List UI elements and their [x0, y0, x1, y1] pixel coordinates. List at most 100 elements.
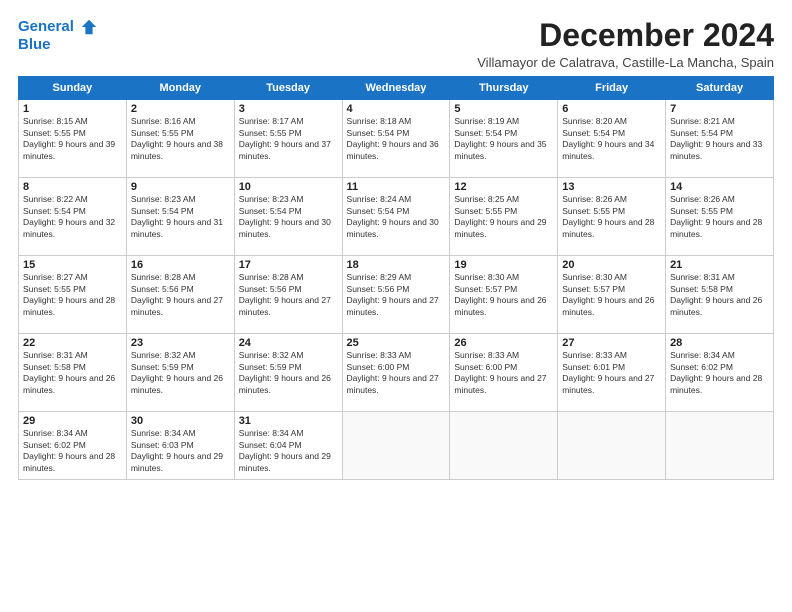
day-info: Sunrise: 8:19 AMSunset: 5:54 PMDaylight:… [454, 116, 546, 160]
table-row: 25 Sunrise: 8:33 AMSunset: 6:00 PMDaylig… [342, 334, 450, 412]
table-row [450, 412, 558, 480]
table-row: 5 Sunrise: 8:19 AMSunset: 5:54 PMDayligh… [450, 100, 558, 178]
day-number: 18 [347, 259, 446, 271]
logo: General Blue [18, 18, 98, 54]
table-row: 21 Sunrise: 8:31 AMSunset: 5:58 PMDaylig… [666, 256, 774, 334]
day-info: Sunrise: 8:22 AMSunset: 5:54 PMDaylight:… [23, 194, 115, 238]
table-row: 1 Sunrise: 8:15 AMSunset: 5:55 PMDayligh… [19, 100, 127, 178]
table-row: 3 Sunrise: 8:17 AMSunset: 5:55 PMDayligh… [234, 100, 342, 178]
table-row [342, 412, 450, 480]
table-row: 18 Sunrise: 8:29 AMSunset: 5:56 PMDaylig… [342, 256, 450, 334]
day-number: 3 [239, 103, 338, 115]
month-title: December 2024 [477, 18, 774, 53]
table-row: 16 Sunrise: 8:28 AMSunset: 5:56 PMDaylig… [126, 256, 234, 334]
day-number: 7 [670, 103, 769, 115]
table-row: 30 Sunrise: 8:34 AMSunset: 6:03 PMDaylig… [126, 412, 234, 480]
table-row: 11 Sunrise: 8:24 AMSunset: 5:54 PMDaylig… [342, 178, 450, 256]
logo-general: General [18, 18, 74, 35]
day-info: Sunrise: 8:34 AMSunset: 6:02 PMDaylight:… [23, 428, 115, 472]
table-row: 17 Sunrise: 8:28 AMSunset: 5:56 PMDaylig… [234, 256, 342, 334]
table-row: 22 Sunrise: 8:31 AMSunset: 5:58 PMDaylig… [19, 334, 127, 412]
day-number: 10 [239, 181, 338, 193]
table-row: 8 Sunrise: 8:22 AMSunset: 5:54 PMDayligh… [19, 178, 127, 256]
day-number: 30 [131, 415, 230, 427]
col-wednesday: Wednesday [342, 77, 450, 100]
table-row: 28 Sunrise: 8:34 AMSunset: 6:02 PMDaylig… [666, 334, 774, 412]
day-info: Sunrise: 8:26 AMSunset: 5:55 PMDaylight:… [670, 194, 762, 238]
table-row: 26 Sunrise: 8:33 AMSunset: 6:00 PMDaylig… [450, 334, 558, 412]
table-row: 9 Sunrise: 8:23 AMSunset: 5:54 PMDayligh… [126, 178, 234, 256]
day-info: Sunrise: 8:34 AMSunset: 6:03 PMDaylight:… [131, 428, 223, 472]
day-info: Sunrise: 8:16 AMSunset: 5:55 PMDaylight:… [131, 116, 223, 160]
day-number: 11 [347, 181, 446, 193]
day-info: Sunrise: 8:32 AMSunset: 5:59 PMDaylight:… [239, 350, 331, 394]
table-row: 10 Sunrise: 8:23 AMSunset: 5:54 PMDaylig… [234, 178, 342, 256]
day-number: 8 [23, 181, 122, 193]
table-row: 23 Sunrise: 8:32 AMSunset: 5:59 PMDaylig… [126, 334, 234, 412]
day-number: 21 [670, 259, 769, 271]
day-info: Sunrise: 8:32 AMSunset: 5:59 PMDaylight:… [131, 350, 223, 394]
logo-icon [80, 18, 98, 36]
day-info: Sunrise: 8:30 AMSunset: 5:57 PMDaylight:… [454, 272, 546, 316]
day-info: Sunrise: 8:15 AMSunset: 5:55 PMDaylight:… [23, 116, 115, 160]
table-row: 14 Sunrise: 8:26 AMSunset: 5:55 PMDaylig… [666, 178, 774, 256]
day-number: 4 [347, 103, 446, 115]
day-number: 6 [562, 103, 661, 115]
table-row: 4 Sunrise: 8:18 AMSunset: 5:54 PMDayligh… [342, 100, 450, 178]
col-tuesday: Tuesday [234, 77, 342, 100]
day-info: Sunrise: 8:25 AMSunset: 5:55 PMDaylight:… [454, 194, 546, 238]
table-row: 15 Sunrise: 8:27 AMSunset: 5:55 PMDaylig… [19, 256, 127, 334]
table-row: 6 Sunrise: 8:20 AMSunset: 5:54 PMDayligh… [558, 100, 666, 178]
title-block: December 2024 Villamayor de Calatrava, C… [477, 18, 774, 70]
table-row: 12 Sunrise: 8:25 AMSunset: 5:55 PMDaylig… [450, 178, 558, 256]
day-info: Sunrise: 8:33 AMSunset: 6:00 PMDaylight:… [454, 350, 546, 394]
day-number: 31 [239, 415, 338, 427]
day-info: Sunrise: 8:28 AMSunset: 5:56 PMDaylight:… [239, 272, 331, 316]
day-info: Sunrise: 8:33 AMSunset: 6:01 PMDaylight:… [562, 350, 654, 394]
day-number: 9 [131, 181, 230, 193]
calendar-header-row: Sunday Monday Tuesday Wednesday Thursday… [19, 77, 774, 100]
day-info: Sunrise: 8:18 AMSunset: 5:54 PMDaylight:… [347, 116, 439, 160]
day-number: 1 [23, 103, 122, 115]
day-info: Sunrise: 8:34 AMSunset: 6:04 PMDaylight:… [239, 428, 331, 472]
table-row [666, 412, 774, 480]
day-info: Sunrise: 8:17 AMSunset: 5:55 PMDaylight:… [239, 116, 331, 160]
table-row: 24 Sunrise: 8:32 AMSunset: 5:59 PMDaylig… [234, 334, 342, 412]
day-number: 25 [347, 337, 446, 349]
day-info: Sunrise: 8:33 AMSunset: 6:00 PMDaylight:… [347, 350, 439, 394]
day-number: 20 [562, 259, 661, 271]
table-row: 27 Sunrise: 8:33 AMSunset: 6:01 PMDaylig… [558, 334, 666, 412]
day-number: 17 [239, 259, 338, 271]
day-info: Sunrise: 8:23 AMSunset: 5:54 PMDaylight:… [239, 194, 331, 238]
col-thursday: Thursday [450, 77, 558, 100]
day-number: 29 [23, 415, 122, 427]
table-row: 29 Sunrise: 8:34 AMSunset: 6:02 PMDaylig… [19, 412, 127, 480]
table-row: 20 Sunrise: 8:30 AMSunset: 5:57 PMDaylig… [558, 256, 666, 334]
day-number: 14 [670, 181, 769, 193]
table-row: 13 Sunrise: 8:26 AMSunset: 5:55 PMDaylig… [558, 178, 666, 256]
table-row: 2 Sunrise: 8:16 AMSunset: 5:55 PMDayligh… [126, 100, 234, 178]
table-row: 19 Sunrise: 8:30 AMSunset: 5:57 PMDaylig… [450, 256, 558, 334]
table-row [558, 412, 666, 480]
day-info: Sunrise: 8:24 AMSunset: 5:54 PMDaylight:… [347, 194, 439, 238]
day-number: 15 [23, 259, 122, 271]
day-number: 27 [562, 337, 661, 349]
day-number: 22 [23, 337, 122, 349]
day-info: Sunrise: 8:26 AMSunset: 5:55 PMDaylight:… [562, 194, 654, 238]
location-subtitle: Villamayor de Calatrava, Castille-La Man… [477, 55, 774, 70]
header: General Blue December 2024 Villamayor de… [18, 18, 774, 70]
day-info: Sunrise: 8:31 AMSunset: 5:58 PMDaylight:… [670, 272, 762, 316]
day-info: Sunrise: 8:20 AMSunset: 5:54 PMDaylight:… [562, 116, 654, 160]
day-number: 2 [131, 103, 230, 115]
day-number: 12 [454, 181, 553, 193]
table-row: 31 Sunrise: 8:34 AMSunset: 6:04 PMDaylig… [234, 412, 342, 480]
day-number: 16 [131, 259, 230, 271]
col-monday: Monday [126, 77, 234, 100]
day-number: 19 [454, 259, 553, 271]
day-number: 26 [454, 337, 553, 349]
day-info: Sunrise: 8:30 AMSunset: 5:57 PMDaylight:… [562, 272, 654, 316]
day-number: 23 [131, 337, 230, 349]
day-number: 24 [239, 337, 338, 349]
logo-blue: Blue [18, 36, 98, 54]
col-friday: Friday [558, 77, 666, 100]
